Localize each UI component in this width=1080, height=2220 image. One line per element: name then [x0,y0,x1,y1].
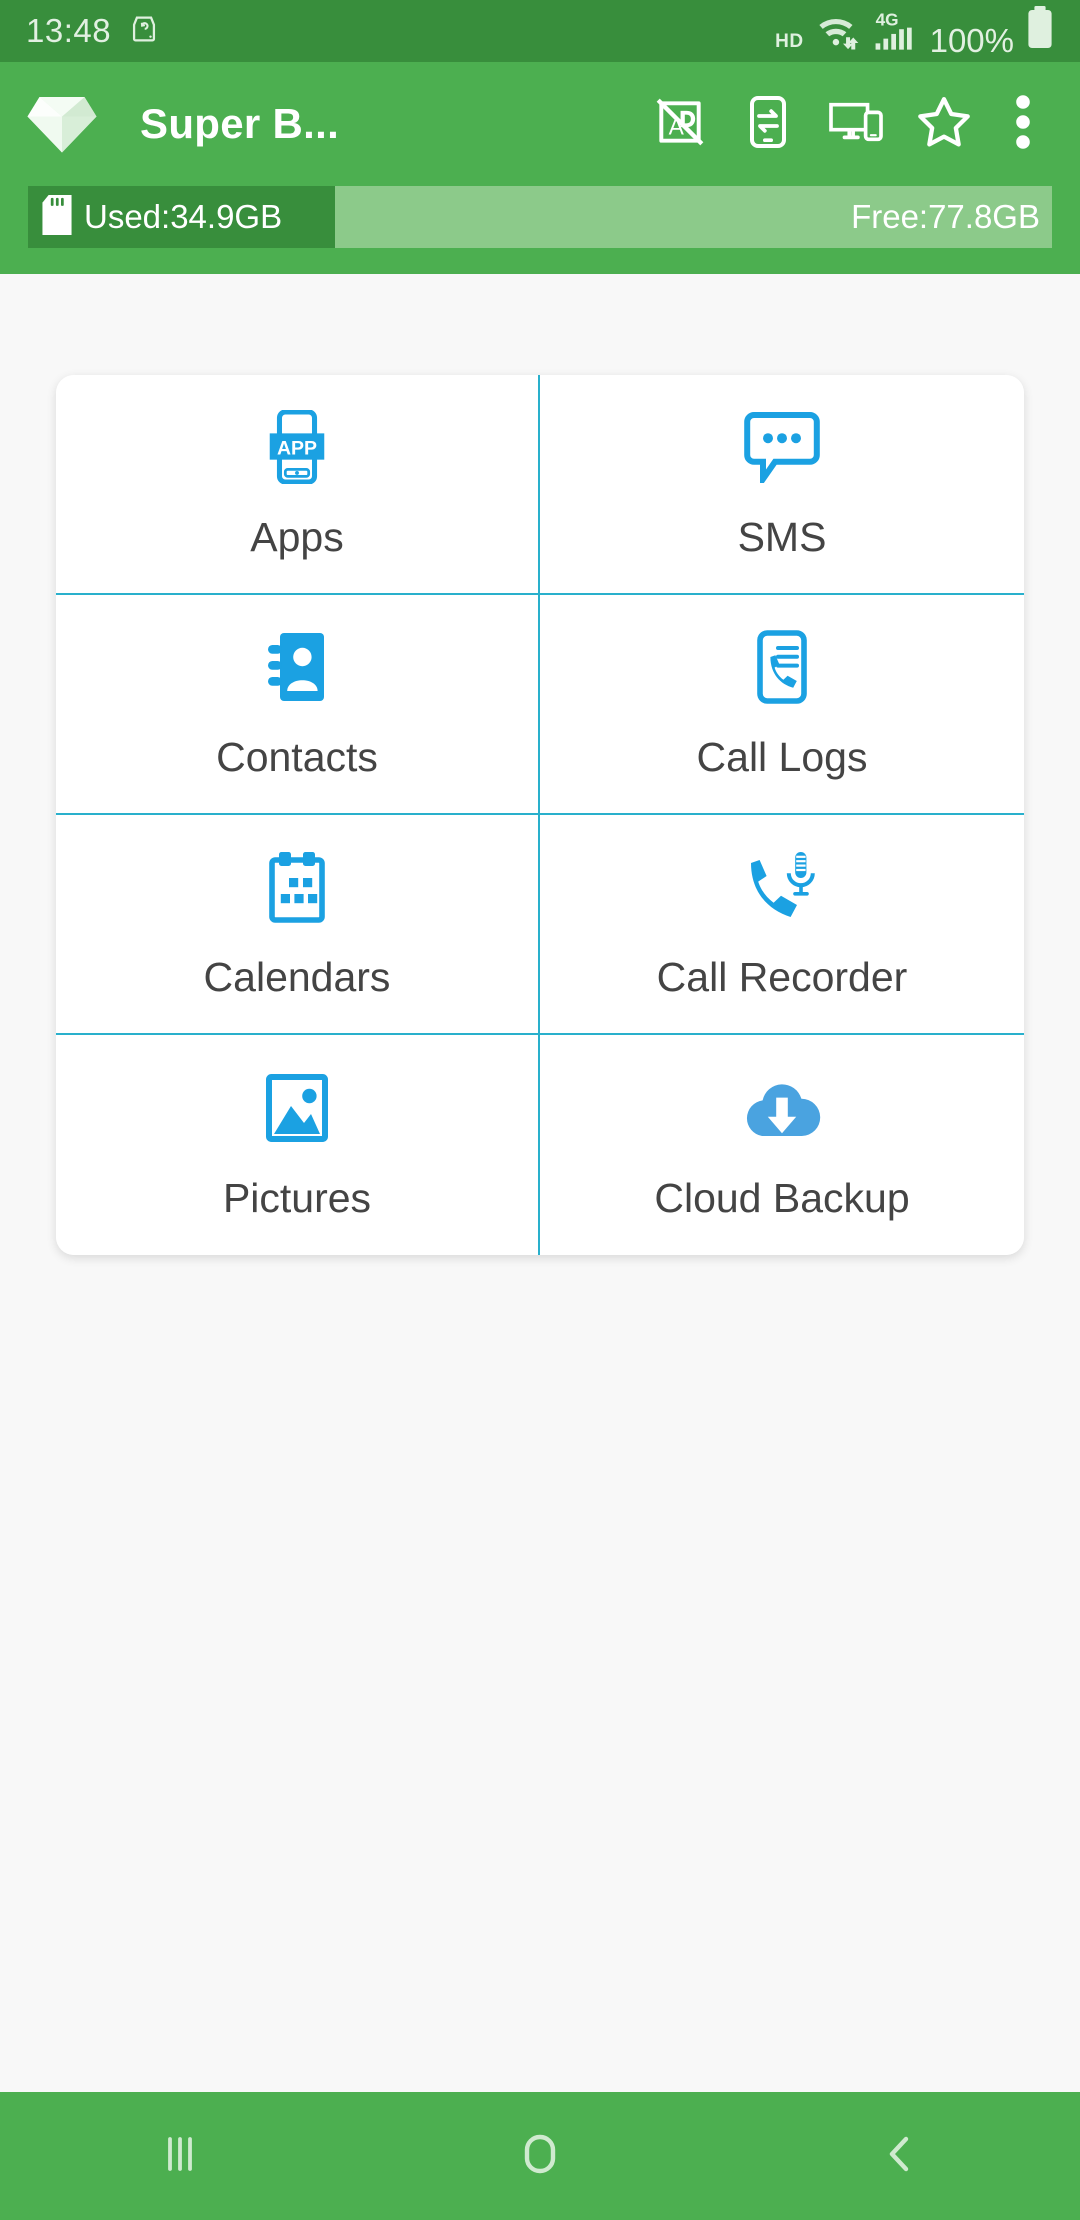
grid-item-label: Calendars [203,953,391,1000]
grid-item-call-recorder[interactable]: Call Recorder [540,815,1024,1035]
grid-item-label: Cloud Backup [654,1174,910,1221]
svg-text:APP: APP [277,437,317,459]
grid-item-pictures[interactable]: Pictures [56,1035,540,1255]
storage-used-label: Used:34.9GB [84,198,283,235]
app-bar-actions: A D [636,76,1058,172]
grid-item-label: SMS [737,513,827,560]
grid-item-apps[interactable]: APP Apps [56,375,540,595]
battery-icon [1026,5,1054,57]
storage-free-segment: Free:77.8GB [335,186,1052,248]
favorite-button[interactable] [900,76,988,172]
back-chevron-icon [878,2132,922,2181]
grid-item-label: Call Recorder [656,953,908,1000]
status-bar-clock: 13:48 [26,12,112,49]
grid-item-cloud-backup[interactable]: Cloud Backup [540,1035,1024,1255]
home-button[interactable] [360,2092,720,2220]
app-bar: Super B... A D [0,62,1080,186]
phone-transfer-button[interactable] [724,76,812,172]
status-bar-system-icons: HD 4G 100% [775,5,1054,59]
grid-item-contacts[interactable]: Contacts [56,595,540,815]
star-outline-icon [916,94,972,155]
phone-transfer-icon [742,94,794,155]
apps-phone-icon: APP [265,408,329,486]
grid-item-calendars[interactable]: Calendars [56,815,540,1035]
overflow-menu-button[interactable] [988,76,1058,172]
storage-usage-bar[interactable]: Used:34.9GB Free:77.8GB [28,186,1052,248]
back-button[interactable] [720,2092,1080,2220]
no-ads-button[interactable]: A D [636,76,724,172]
storage-bar-container: Used:34.9GB Free:77.8GB [0,186,1080,274]
recents-button[interactable] [0,2092,360,2220]
no-ads-icon: A D [653,95,707,154]
cloud-download-icon [741,1069,823,1147]
desktop-mobile-icon [827,97,885,152]
phone-screen: 13:48 HD 4G 100% Super B... A D Used:34.… [0,0,1080,2220]
svg-text:4G: 4G [875,9,898,29]
picture-image-icon [263,1069,331,1147]
sd-card-icon [42,194,72,240]
backup-drive-icon [127,12,161,51]
storage-used-segment: Used:34.9GB [28,186,336,248]
recents-icon [158,2132,202,2181]
home-icon [517,2131,563,2182]
device-sync-button[interactable] [812,76,900,172]
contacts-book-icon [266,628,328,706]
wifi-icon [816,12,862,57]
grid-item-label: Pictures [222,1174,372,1221]
more-vertical-icon [1014,92,1032,157]
system-navigation-bar [0,2092,1080,2220]
grid-item-sms[interactable]: SMS [540,375,1024,595]
calendar-icon [266,848,328,926]
status-bar: 13:48 HD 4G 100% [0,0,1080,62]
app-title: Super B... [140,100,340,147]
feature-grid: APP Apps SMS Contacts Call Logs Calendar… [56,375,1024,1255]
call-logs-icon [752,628,812,706]
storage-free-label: Free:77.8GB [851,198,1040,235]
grid-item-label: Contacts [216,733,378,780]
grid-item-call-logs[interactable]: Call Logs [540,595,1024,815]
call-recorder-icon [744,848,820,926]
grid-item-label: Call Logs [696,733,868,780]
feature-grid-card: APP Apps SMS Contacts Call Logs Calendar… [56,375,1024,1255]
signal-4g-icon: 4G [874,8,918,57]
diamond-gem-icon [26,91,98,157]
sms-bubble-icon [744,408,820,486]
hd-label: HD [775,30,804,52]
grid-item-label: Apps [250,513,344,560]
status-bar-notification-icons [127,12,161,51]
battery-percent-label: 100% [929,21,1014,59]
